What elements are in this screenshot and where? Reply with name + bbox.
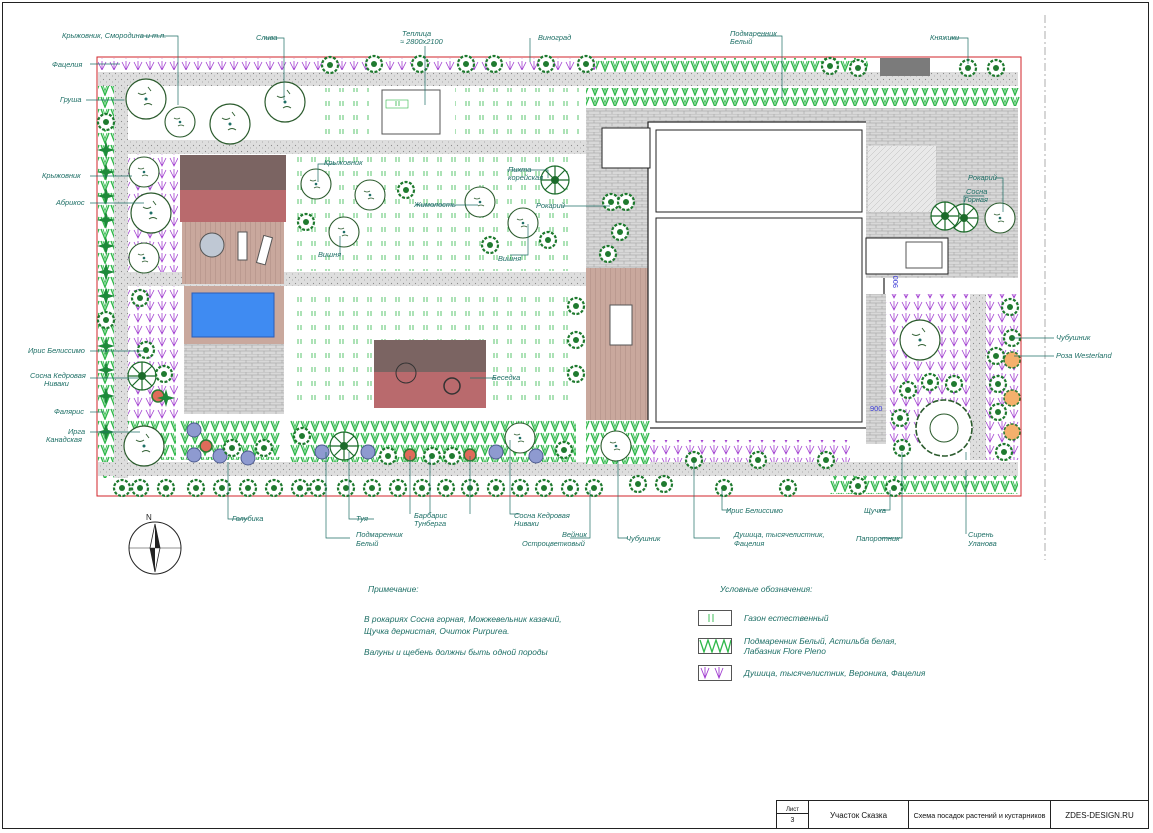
label-vishnya-2: Вишня	[498, 254, 521, 263]
legend-label-dushitsa: Душица, тысячелистник, Вероника, Фацелия	[744, 668, 926, 678]
label-chubushnik-bottom: Чубушник	[626, 534, 661, 543]
label-tuya: Туя	[356, 514, 368, 523]
label-vinograd: Виноград	[538, 33, 571, 42]
sheet-cell: Лист 3	[777, 801, 809, 829]
north-arrow	[128, 521, 182, 575]
label-siren-1: Сирень	[968, 530, 994, 539]
label-sosna-gornaya-2: Горная	[964, 195, 988, 204]
legend-swatch-astilba	[698, 637, 732, 655]
label-podmarennik-bottom-2: Белый	[356, 539, 378, 548]
label-roza: Роза Westerland	[1056, 351, 1113, 360]
label-shchuchka: Щучка	[864, 506, 886, 515]
label-sosna-kedr-bottom-2: Ниваки	[514, 519, 539, 528]
label-golubika: Голубика	[232, 514, 263, 523]
legend-item-astilba: Подмаренник Белый, Астильба белая, Лабаз…	[698, 636, 897, 656]
label-dushitsa-1: Душица, тысячелистник,	[733, 530, 825, 539]
label-dushitsa-2: Фацелия	[734, 539, 764, 548]
title-block: Лист 3 Участок Сказка Схема посадок раст…	[776, 800, 1149, 829]
label-paporotnik: Папоротник	[856, 534, 900, 543]
label-zhimolost: Жимолость	[413, 200, 456, 209]
label-irga-2: Канадская	[46, 435, 82, 444]
label-podmarennik-bottom-1: Подмаренник	[356, 530, 403, 539]
label-barbaris-2: Тунберга	[414, 519, 446, 528]
legend-label-astilba-2: Лабазник Flore Pleno	[744, 646, 826, 656]
legend-swatch-lawn	[698, 610, 732, 626]
notes-line3: Валуны и щебень должны быть одной породы	[364, 647, 548, 657]
dimension-900-b: 900	[891, 276, 900, 288]
label-kryzh-smorod: Крыжовник, Смородина и т.п.	[62, 31, 166, 40]
legend-title: Условные обозначения:	[720, 584, 813, 594]
drawing-name: Схема посадок растений и кустарников	[909, 801, 1051, 829]
company-name: ZDES-DESIGN.RU	[1051, 801, 1149, 829]
label-pikhta-2: корейская	[508, 173, 543, 182]
label-iris-bottom: Ирис Белиссимо	[726, 506, 783, 515]
label-knyazhiki: Княжики	[930, 33, 959, 42]
label-sosna-kedr-left-2: Ниваки	[44, 379, 69, 388]
legend-swatch-dushitsa	[698, 665, 732, 681]
label-besedka: Беседка	[492, 373, 520, 382]
legend-item-dushitsa: Душица, тысячелистник, Вероника, Фацелия	[698, 665, 925, 681]
label-rokariy-right: Рокарий	[968, 173, 997, 182]
label-podmarennik-top-2: Белый	[730, 37, 752, 46]
sheet-number: 3	[790, 816, 795, 824]
label-teplitsa-size: ≈ 2800x2100	[400, 37, 444, 46]
label-iris-left: Ирис Белиссимо	[28, 346, 85, 355]
label-vishnya-1: Вишня	[318, 250, 341, 259]
label-veynik-1: Вейник	[562, 530, 587, 539]
dimension-900-a: 900	[870, 404, 882, 413]
project-name: Участок Сказка	[809, 801, 909, 829]
legend-label-astilba-1: Подмаренник Белый, Астильба белая,	[744, 636, 897, 646]
label-fatselia: Фацелия	[52, 60, 82, 69]
label-abrikos: Абрикос	[55, 198, 85, 207]
label-rokariy-center: Рокарий	[536, 201, 565, 210]
label-sliva: Слива	[256, 33, 277, 42]
label-siren-2: Уланова	[967, 539, 997, 548]
notes-line2: Щучка дернистая, Очиток Purpurea.	[364, 626, 510, 636]
label-veynik-2: Остроцветковый	[522, 539, 585, 548]
sheet-label: Лист	[777, 807, 808, 814]
notes-title: Примечание:	[368, 584, 419, 594]
label-kryzhovnik-center: Крыжовник	[324, 158, 363, 167]
site-plan: Фацелия Крыжовник, Смородина и т.п. Слив…	[28, 15, 1113, 575]
label-kryzhovnik-left: Крыжовник	[42, 171, 81, 180]
north-label: N	[146, 513, 152, 522]
legend-item-lawn: Газон естественный	[698, 610, 828, 626]
label-falyaris: Фалярис	[54, 407, 84, 416]
legend-label-lawn: Газон естественный	[744, 613, 829, 623]
label-chubushnik-right: Чубушник	[1056, 333, 1091, 342]
label-grusha: Груша	[60, 95, 82, 104]
